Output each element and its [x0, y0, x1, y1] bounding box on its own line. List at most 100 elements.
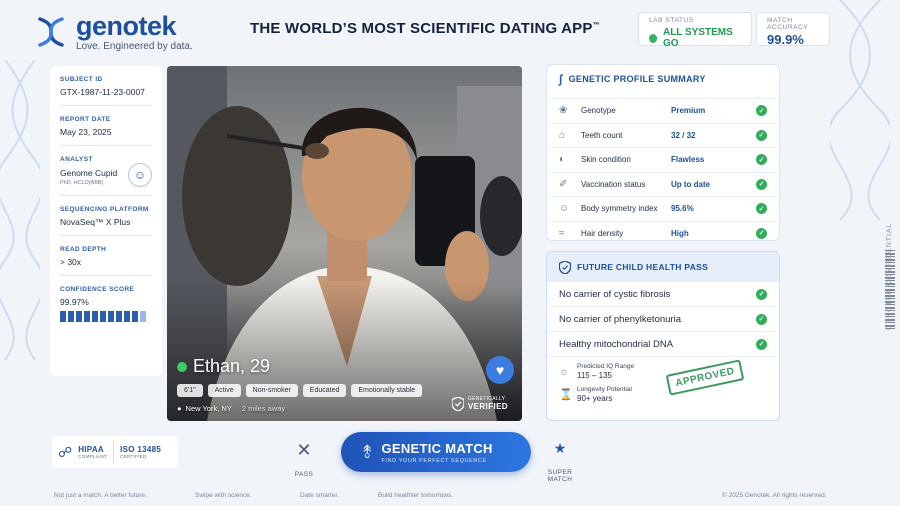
- trait-label: Hair density: [581, 228, 624, 238]
- trait-value: Flawless: [671, 155, 705, 165]
- confidential-label: GENOTEK CONFIDENTIAL: [886, 222, 893, 330]
- check-icon: ✓: [756, 338, 767, 350]
- status-dot-icon: [649, 33, 657, 43]
- child-health-item: No carrier of phenylketonuria ✓: [547, 307, 779, 332]
- brand-logo[interactable]: genotek Love. Engineered by data.: [34, 12, 193, 52]
- longevity-block: ⌛ Longevity Potential 90+ years: [559, 386, 767, 403]
- check-icon: ✓: [756, 154, 767, 166]
- location-pin-icon: ●: [177, 404, 182, 413]
- lab-status-box: LAB STATUS ALL SYSTEMS GO: [638, 12, 752, 49]
- platform-value: NovaSeq™ X Plus: [60, 217, 131, 227]
- confidence-segment: [140, 311, 146, 322]
- footer-text-3: Date smarter.: [300, 492, 340, 499]
- genetic-match-button[interactable]: ⥉ GENETIC MATCH FIND YOUR PERFECT SEQUEN…: [341, 432, 531, 472]
- trait-label: Body symmetry index: [581, 204, 658, 214]
- analyst-label: ANALYST: [60, 156, 93, 163]
- child-health-pass: FUTURE CHILD HEALTH PASS No carrier of c…: [546, 251, 780, 421]
- subject-id-value: GTX-1987-11-23-0007: [60, 87, 145, 97]
- lock-icon: ☍: [58, 443, 73, 460]
- genetic-profile-title: GENETIC PROFILE SUMMARY: [568, 74, 706, 84]
- confidence-segment: [84, 311, 90, 322]
- location-city: New York, NY: [185, 404, 232, 413]
- like-button[interactable]: ♥: [486, 356, 514, 384]
- footer-text-4: Build healthier tomorrows.: [378, 492, 454, 499]
- hipaa-name: HIPAA: [78, 445, 104, 454]
- trait-value: 32 / 32: [671, 130, 696, 140]
- check-icon: ✓: [756, 203, 767, 215]
- iq-range-label: Predicted IQ Range: [577, 363, 635, 370]
- longevity-value: 90+ years: [577, 394, 613, 403]
- footer-text-1: Not just a match. A better future.: [54, 492, 147, 499]
- trait-value: 95.6%: [671, 204, 694, 214]
- subject-id-field: SUBJECT ID GTX-1987-11-23-0007: [60, 76, 152, 106]
- check-icon: ✓: [756, 105, 767, 117]
- hipaa-badge: HIPAA COMPLIANT: [78, 445, 107, 459]
- longevity-label: Longevity Potential: [577, 386, 632, 393]
- match-accuracy-value: 99.9%: [767, 32, 804, 47]
- match-accuracy-label: MATCH ACCURACY: [767, 17, 809, 31]
- hair-icon: ≈: [559, 227, 565, 239]
- check-icon: ✓: [756, 288, 767, 300]
- confidence-field: CONFIDENCE SCORE 99.97%: [60, 286, 152, 330]
- confidence-value: 99.97%: [60, 297, 89, 307]
- profile-tag: Emotionally stable: [351, 384, 423, 397]
- child-health-item-text: Healthy mitochondrial DNA: [559, 338, 674, 350]
- child-health-predictions: ☼ Predicted IQ Range 115 – 135 ⌛ Longevi…: [547, 357, 779, 415]
- confidence-label: CONFIDENCE SCORE: [60, 286, 135, 293]
- genetic-profile-rows: ❀ Genotype Premium ✓ ⌂ Teeth count 32 / 32 ✓ ◐ Sk…: [547, 98, 779, 245]
- child-health-items: No carrier of cystic fibrosis ✓ No carrier…: [547, 282, 779, 357]
- iso-badge: ISO 13485 CERTIFIED: [120, 445, 161, 459]
- trait-label: Genotype: [581, 106, 616, 116]
- shield-icon: [559, 260, 571, 274]
- syringe-icon: ✐: [559, 178, 568, 190]
- analyst-name: Genome Cupid: [60, 168, 118, 178]
- tooth-icon: ⌂: [559, 129, 566, 141]
- confidence-segment: [68, 311, 74, 322]
- genetic-match-sub: FIND YOUR PERFECT SEQUENCE: [381, 457, 487, 464]
- confidence-segment: [124, 311, 130, 322]
- confidence-segment: [60, 311, 66, 322]
- child-health-item: Healthy mitochondrial DNA ✓: [547, 332, 779, 357]
- genetic-profile-title-row: ∫ GENETIC PROFILE SUMMARY: [547, 65, 779, 86]
- pass-label: PASS: [294, 471, 314, 478]
- trait-label: Skin condition: [581, 155, 631, 165]
- child-health-item-text: No carrier of phenylketonuria: [559, 313, 681, 325]
- subject-id-label: SUBJECT ID: [60, 76, 103, 83]
- check-icon: ✓: [756, 178, 767, 190]
- report-date-value: May 23, 2025: [60, 127, 112, 137]
- hourglass-icon: ⌛: [559, 389, 573, 401]
- heart-icon: ♥: [495, 362, 505, 378]
- confidence-segment: [76, 311, 82, 322]
- genetic-profile-row: ≈ Hair density High ✓: [547, 220, 779, 246]
- platform-field: SEQUENCING PLATFORM NovaSeq™ X Plus: [60, 206, 152, 236]
- lab-status-value-row: ALL SYSTEMS GO: [649, 27, 741, 49]
- pass-button[interactable]: ✕ PASS: [288, 440, 320, 478]
- depth-value: > 30x: [60, 257, 82, 267]
- profile-photo-card[interactable]: Ethan, 29 6'1" Active Non-smoker Educated Em…: [167, 66, 522, 421]
- lab-status-value: ALL SYSTEMS GO: [662, 27, 733, 49]
- genetic-profile-summary: ∫ GENETIC PROFILE SUMMARY ❀ Genotype Premi…: [546, 64, 780, 241]
- profile-tag: Educated: [302, 384, 347, 397]
- child-health-item: No carrier of cystic fibrosis ✓: [547, 282, 779, 307]
- hipaa-sub: COMPLIANT: [78, 454, 108, 459]
- badge-divider: [113, 441, 115, 463]
- footer-text-2: Swipe with science.: [195, 492, 252, 499]
- location-distance: 2 miles away: [241, 404, 286, 413]
- iq-range-value: 115 – 135: [577, 371, 612, 380]
- profile-tag: Active: [207, 384, 241, 397]
- confidence-segment: [116, 311, 122, 322]
- shield-check-icon: [451, 396, 464, 411]
- genetic-profile-row: ❀ Genotype Premium ✓: [547, 98, 779, 123]
- super-match-button[interactable]: ★ SUPER MATCH: [538, 440, 582, 483]
- match-accuracy-box: MATCH ACCURACY 99.9%: [756, 12, 830, 47]
- report-panel: SUBJECT ID GTX-1987-11-23-0007 REPORT DA…: [50, 66, 162, 376]
- report-date-field: REPORT DATE May 23, 2025: [60, 116, 152, 146]
- genetic-match-label: GENETIC MATCH: [381, 440, 493, 456]
- check-icon: ✓: [756, 313, 767, 325]
- iso-sub: CERTIFIED: [120, 454, 147, 459]
- online-status-dot: [177, 361, 187, 372]
- platform-label: SEQUENCING PLATFORM: [60, 206, 149, 213]
- close-icon: ✕: [296, 440, 312, 460]
- analyst-field: ANALYST Genome Cupid PhD, HCLD(ABB) ☺: [60, 156, 152, 196]
- dna-icon: ∫: [559, 72, 563, 86]
